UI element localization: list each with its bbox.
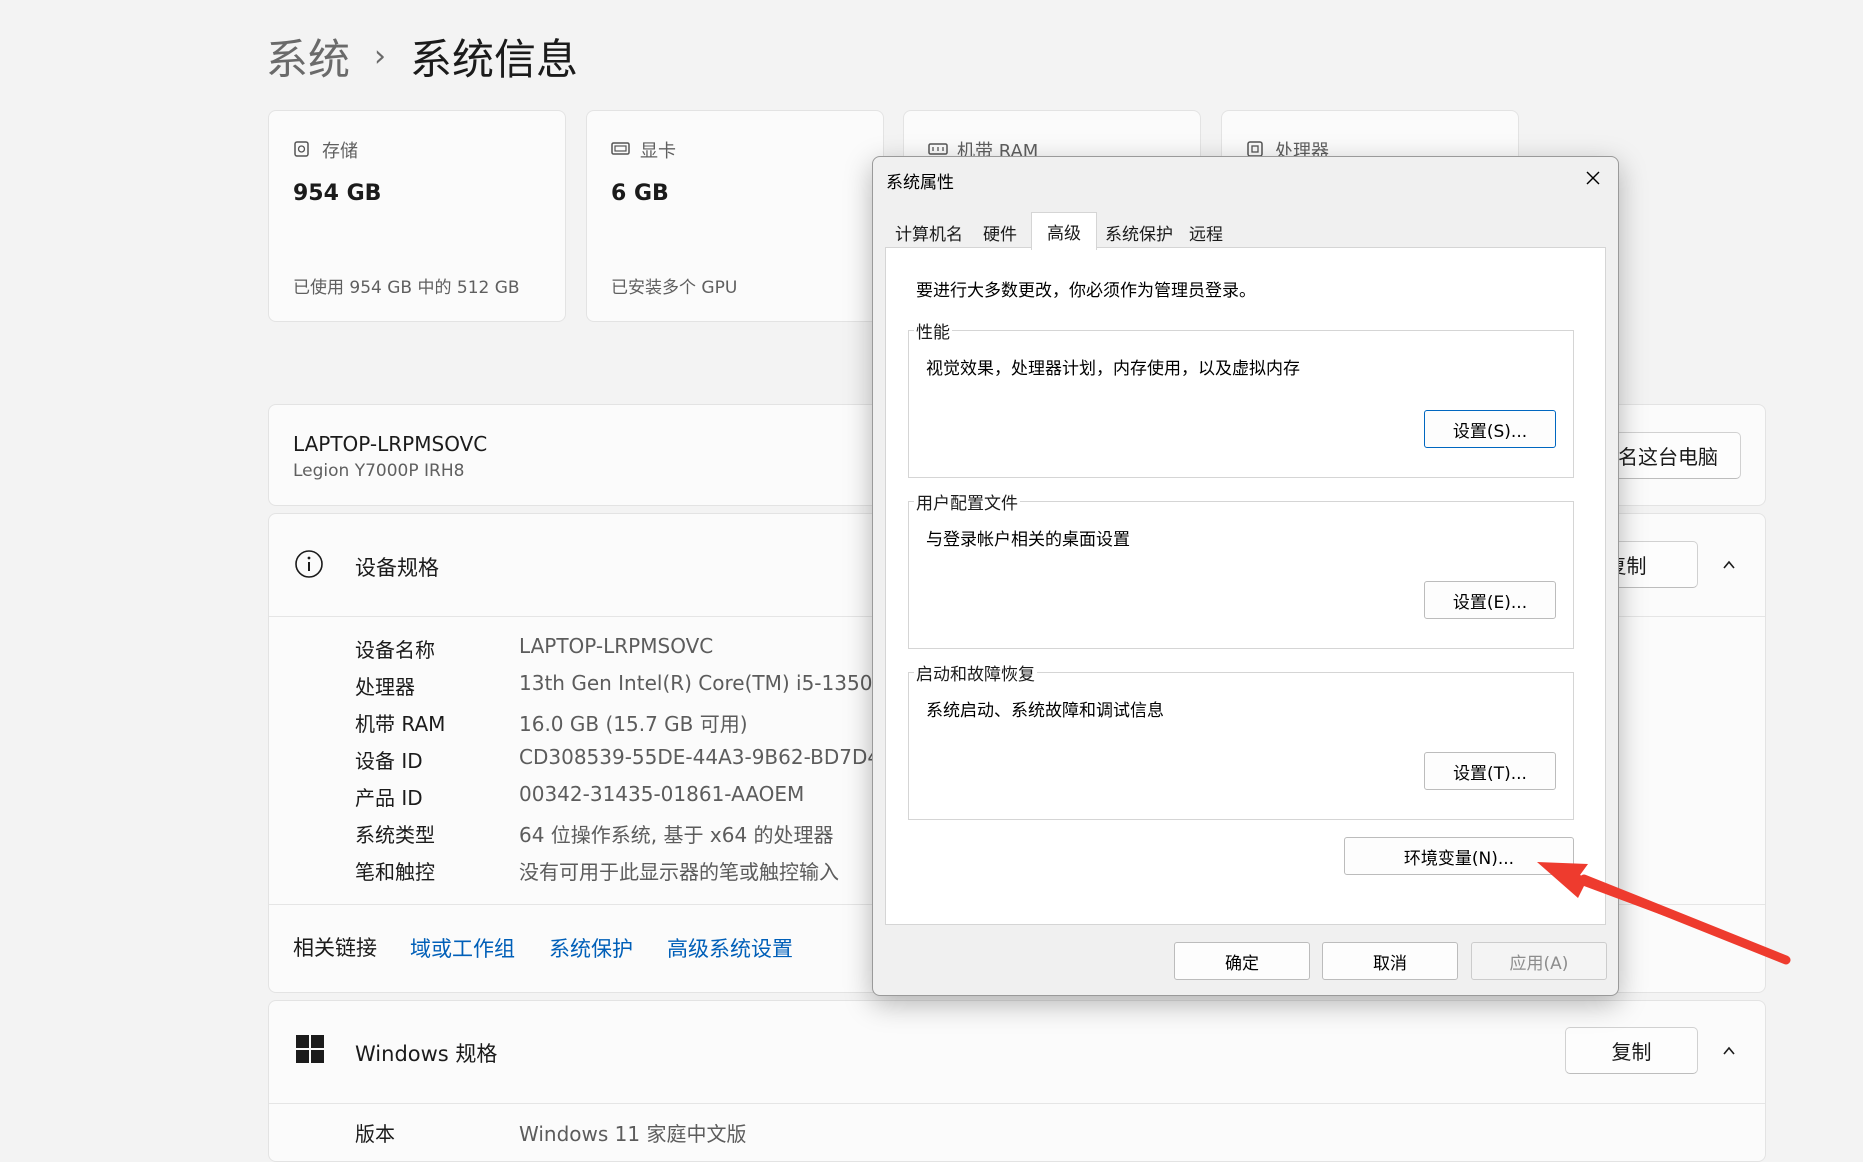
device-specs-title: 设备规格 [355,556,439,580]
breadcrumb-parent[interactable]: 系统 [266,26,350,87]
spec-value: 00342-31435-01861-AAOEM [519,782,805,806]
gpu-icon [611,142,630,155]
performance-group [908,330,1574,478]
spec-label: 处理器 [355,675,415,699]
storage-value: 954 GB [293,181,382,206]
close-icon[interactable] [1584,169,1602,187]
storage-card[interactable]: 存储 954 GB 已使用 954 GB 中的 512 GB [268,110,566,322]
spec-label: 设备 ID [355,749,423,773]
page-title: 系统信息 [410,35,579,84]
user-profiles-settings-button[interactable]: 设置(E)... [1424,581,1556,619]
rename-pc-label: 名这台电脑 [1618,445,1718,469]
chevron-up-icon[interactable] [1722,558,1736,572]
performance-settings-button[interactable]: 设置(S)... [1424,410,1556,448]
user-profiles-desc: 与登录帐户相关的桌面设置 [926,530,1130,550]
tab-label: 系统保护 [1105,224,1173,245]
button-label: 设置(S)... [1452,421,1528,442]
gpu-card[interactable]: 显卡 6 GB 已安装多个 GPU [586,110,884,322]
related-links-label: 相关链接 [293,936,377,960]
gpu-label: 显卡 [640,141,676,162]
gpu-sub: 已安装多个 GPU [611,278,738,298]
chevron-up-icon[interactable] [1722,1044,1736,1058]
admin-note: 要进行大多数更改，你必须作为管理员登录。 [916,281,1256,301]
annotation-arrow-icon [1537,862,1791,965]
spec-label: 版本 [355,1122,395,1146]
tab-label: 高级 [1047,224,1081,244]
spec-label: 设备名称 [355,638,435,662]
button-label: 设置(E)... [1452,592,1528,613]
spec-label: 产品 ID [355,786,423,810]
tab-remote[interactable]: 远程 [1181,217,1231,247]
spec-label: 笔和触控 [355,860,435,884]
button-label: 确定 [1225,953,1259,974]
windows-logo-icon [296,1035,324,1063]
spec-value: CD308539-55DE-44A3-9B62-BD7D49A [519,745,907,769]
windows-specs-title: Windows 规格 [355,1042,498,1066]
tab-label: 计算机名 [895,224,963,245]
spec-label: 系统类型 [355,823,435,847]
performance-title: 性能 [914,318,952,343]
tab-panel-advanced: 要进行大多数更改，你必须作为管理员登录。 性能 视觉效果，处理器计划，内存使用，… [885,247,1606,925]
link-advanced-settings[interactable]: 高级系统设置 [667,933,793,963]
tab-advanced[interactable]: 高级 [1031,212,1097,250]
link-domain-workgroup[interactable]: 域或工作组 [410,933,515,963]
startup-recovery-group [908,672,1574,820]
storage-icon [294,141,309,157]
tab-system-protection[interactable]: 系统保护 [1097,217,1181,247]
user-profiles-group [908,501,1574,649]
spec-value: Windows 11 家庭中文版 [519,1122,747,1146]
startup-recovery-title: 启动和故障恢复 [914,660,1037,685]
storage-label: 存储 [322,141,358,162]
spec-value: 没有可用于此显示器的笔或触控输入 [519,860,839,884]
button-label: 设置(T)... [1453,763,1527,784]
info-icon [295,550,323,578]
cancel-button[interactable]: 取消 [1322,942,1458,980]
startup-recovery-settings-button[interactable]: 设置(T)... [1424,752,1556,790]
button-label: 环境变量(N)... [1403,848,1515,869]
performance-desc: 视觉效果，处理器计划，内存使用，以及虚拟内存 [926,359,1300,379]
button-label: 取消 [1373,953,1407,974]
copy-label: 复制 [1611,1040,1652,1064]
link-system-protection[interactable]: 系统保护 [549,933,633,963]
device-model: Legion Y7000P IRH8 [293,461,465,481]
tab-label: 远程 [1189,224,1223,245]
spec-value: 16.0 GB (15.7 GB 可用) [519,712,748,736]
tab-computer-name[interactable]: 计算机名 [887,217,971,247]
storage-sub: 已使用 954 GB 中的 512 GB [293,278,520,298]
user-profiles-title: 用户配置文件 [914,489,1020,514]
tab-hardware[interactable]: 硬件 [971,217,1029,247]
tab-label: 硬件 [983,224,1017,245]
windows-specs-card [268,1000,1766,1162]
startup-recovery-desc: 系统启动、系统故障和调试信息 [926,701,1164,721]
spec-value: 13th Gen Intel(R) Core(TM) i5-13500H [519,671,901,695]
spec-value: LAPTOP-LRPMSOVC [519,634,714,658]
breadcrumb: 系统 › 系统信息 [266,26,578,87]
dialog-title: 系统属性 [886,173,954,193]
device-name: LAPTOP-LRPMSOVC [293,432,488,456]
gpu-value: 6 GB [611,181,669,206]
breadcrumb-separator: › [374,39,387,74]
ok-button[interactable]: 确定 [1174,942,1310,980]
spec-label: 机带 RAM [355,712,446,736]
divider [269,1103,1765,1104]
windows-specs-copy-button[interactable]: 复制 [1565,1027,1698,1074]
spec-value: 64 位操作系统, 基于 x64 的处理器 [519,823,834,847]
ram-icon [928,143,948,155]
